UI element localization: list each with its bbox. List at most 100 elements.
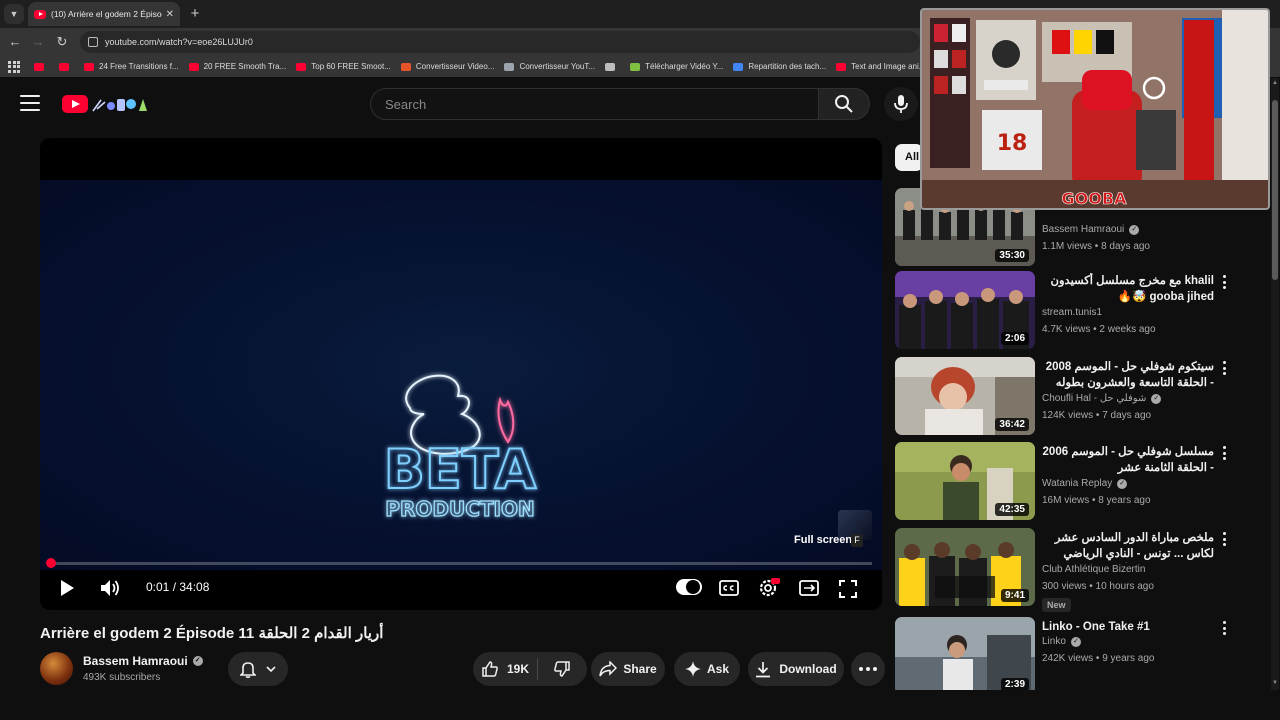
url-text: youtube.com/watch?v=eoe26LUJUr0 xyxy=(105,37,253,47)
webcam-label: GOOBA xyxy=(1062,189,1128,208)
scroll-down-icon[interactable]: ▼ xyxy=(1271,680,1279,688)
menu-icon[interactable] xyxy=(20,95,40,111)
recommended-channel[interactable]: Bassem Hamraoui ✓ xyxy=(1042,224,1140,235)
address-bar[interactable]: youtube.com/watch?v=eoe26LUJUr0 xyxy=(80,31,920,53)
bookmark-item[interactable]: Repartition des tach... xyxy=(733,62,826,71)
volume-button[interactable] xyxy=(98,578,122,598)
recommended-video-meta: 300 views • 10 hours ago xyxy=(1042,581,1154,592)
recommended-video-meta: 1.1M views • 8 days ago xyxy=(1042,241,1150,252)
browser-tab[interactable]: (10) Arrière el godem 2 Épisode 11 أريار… xyxy=(28,2,180,26)
subscriber-count: 493K subscribers xyxy=(83,672,161,683)
autoplay-toggle[interactable] xyxy=(676,579,702,595)
bookmark-favicon-icon xyxy=(34,62,44,71)
video-thumbnail[interactable]: 2:39 xyxy=(895,617,1035,695)
bottom-strip xyxy=(0,690,1280,720)
settings-button[interactable] xyxy=(758,577,780,599)
filter-chip-all[interactable]: All xyxy=(895,144,923,171)
back-icon[interactable]: ← xyxy=(6,33,24,51)
recommended-channel[interactable]: stream.tunis1 xyxy=(1042,307,1102,318)
bookmark-item[interactable] xyxy=(59,62,74,71)
recommended-video[interactable]: 2:39 Linko - One Take #1 Linko ✓ 242K views … xyxy=(895,617,1275,695)
more-vertical-icon[interactable] xyxy=(1221,621,1227,635)
bookmark-label: 20 FREE Smooth Tra... xyxy=(203,62,287,71)
ask-button[interactable]: Ask xyxy=(674,652,740,686)
channel-avatar[interactable] xyxy=(40,652,73,685)
reload-icon[interactable]: ↻ xyxy=(53,33,71,51)
download-icon xyxy=(756,661,771,677)
recommended-video[interactable]: 2:06 khalil مع مخرج مسلسل أكسيدون gooba j… xyxy=(895,271,1275,349)
scrollbar-thumb[interactable] xyxy=(1272,100,1278,280)
bookmark-item[interactable]: Top 60 FREE Smoot... xyxy=(296,62,391,71)
search-input[interactable]: Search xyxy=(370,88,818,120)
bookmark-item[interactable] xyxy=(605,62,620,71)
recommended-video[interactable]: 36:42 سيتكوم شوفلي حل - الموسم 2008 - الح… xyxy=(895,357,1275,435)
forward-icon[interactable]: → xyxy=(29,33,47,51)
bookmark-item[interactable]: 24 Free Transitions f... xyxy=(84,62,179,71)
video-frame[interactable]: BETA PRODUCTION xyxy=(40,180,882,570)
recommended-channel[interactable]: Linko ✓ xyxy=(1042,636,1081,647)
share-button[interactable]: Share xyxy=(591,652,665,686)
tab-title: (10) Arrière el godem 2 Épisode 11 أريار… xyxy=(51,8,162,19)
recommended-channel-name: Bassem Hamraoui xyxy=(1042,224,1125,235)
site-info-icon[interactable] xyxy=(88,37,98,47)
recommended-channel[interactable]: Choufli Hal - شوفلي حل ✓ xyxy=(1042,393,1162,404)
verified-icon: ✓ xyxy=(1117,478,1128,489)
time-display: 0:01 / 34:08 xyxy=(146,580,210,594)
apps-grid-icon[interactable] xyxy=(8,60,20,73)
video-thumbnail[interactable]: 2:06 xyxy=(895,271,1035,349)
logo-doodle-icon[interactable] xyxy=(91,94,149,114)
subtitles-button[interactable] xyxy=(718,578,740,598)
recommended-video-title[interactable]: khalil مع مخرج مسلسل أكسيدون gooba jihed… xyxy=(1042,273,1214,305)
recommended-channel-name: Club Athlétique Bizertin xyxy=(1042,564,1146,575)
more-horizontal-icon xyxy=(859,667,877,671)
fullscreen-button[interactable] xyxy=(837,578,859,600)
gear-icon xyxy=(759,578,780,597)
youtube-logo[interactable] xyxy=(62,95,88,113)
more-vertical-icon[interactable] xyxy=(1221,532,1227,546)
more-actions-button[interactable] xyxy=(851,652,885,686)
new-tab-icon[interactable]: + xyxy=(186,5,204,23)
recommended-video-title[interactable]: Linko - One Take #1 xyxy=(1042,619,1214,635)
notifications-button[interactable] xyxy=(228,652,288,686)
voice-search-button[interactable] xyxy=(884,87,918,121)
bookmark-item[interactable]: Convertisseur YouT... xyxy=(504,62,595,71)
fullscreen-icon xyxy=(839,580,857,598)
tab-search-icon[interactable]: ▼ xyxy=(4,4,24,24)
recommended-video-title[interactable]: سيتكوم شوفلي حل - الموسم 2008 - الحلقة ا… xyxy=(1042,359,1214,392)
video-thumbnail[interactable]: 42:35 xyxy=(895,442,1035,520)
more-vertical-icon[interactable] xyxy=(1221,361,1227,375)
more-vertical-icon[interactable] xyxy=(1221,275,1227,289)
bookmark-item[interactable]: Télécharger Vidéo Y... xyxy=(630,62,723,71)
recommended-video-meta: 4.7K views • 2 weeks ago xyxy=(1042,324,1156,335)
channel-name[interactable]: Bassem Hamraoui ✓ xyxy=(83,654,203,668)
like-button[interactable]: 19K xyxy=(473,652,537,686)
miniplayer-button[interactable] xyxy=(798,578,820,598)
video-thumbnail[interactable]: 36:42 xyxy=(895,357,1035,435)
bookmark-favicon-icon xyxy=(400,62,411,71)
recommended-channel-name: Watania Replay xyxy=(1042,478,1113,489)
bookmark-item[interactable]: Convertisseur Video... xyxy=(400,62,494,71)
bookmark-item[interactable]: 20 FREE Smooth Tra... xyxy=(188,62,287,71)
search-button[interactable] xyxy=(818,88,870,120)
video-thumbnail[interactable]: 9:41 xyxy=(895,528,1035,606)
recommended-channel[interactable]: Watania Replay ✓ xyxy=(1042,478,1128,489)
dislike-button[interactable] xyxy=(538,652,586,686)
play-button[interactable] xyxy=(56,578,78,598)
chevron-down-icon xyxy=(266,666,276,673)
recommended-video-title[interactable]: مسلسل شوفلي حل - الموسم 2006 - الحلقة ال… xyxy=(1042,444,1214,476)
thumbs-up-icon xyxy=(482,661,498,677)
recommended-channel[interactable]: Club Athlétique Bizertin xyxy=(1042,564,1145,575)
scroll-up-icon[interactable]: ▲ xyxy=(1271,80,1279,88)
progress-scrubber[interactable] xyxy=(46,558,56,568)
recommended-video-title[interactable]: ملخص مباراة الدور السادس عشر لكاس ... تو… xyxy=(1042,530,1214,563)
video-player[interactable]: BETA PRODUCTION Full screen F 0:01 / 34:… xyxy=(40,138,882,610)
bookmark-item[interactable]: Text and Image ani... xyxy=(836,62,925,71)
verified-icon: ✓ xyxy=(1070,636,1081,647)
progress-bar[interactable] xyxy=(50,562,872,565)
download-button[interactable]: Download xyxy=(748,652,844,686)
recommended-video[interactable]: 9:41 ملخص مباراة الدور السادس عشر لكاس ..… xyxy=(895,528,1275,612)
bookmark-item[interactable] xyxy=(34,62,49,71)
recommended-video[interactable]: 42:35 مسلسل شوفلي حل - الموسم 2006 - الحل… xyxy=(895,442,1275,520)
more-vertical-icon[interactable] xyxy=(1221,446,1227,460)
tab-close-icon[interactable]: ✕ xyxy=(166,9,174,20)
